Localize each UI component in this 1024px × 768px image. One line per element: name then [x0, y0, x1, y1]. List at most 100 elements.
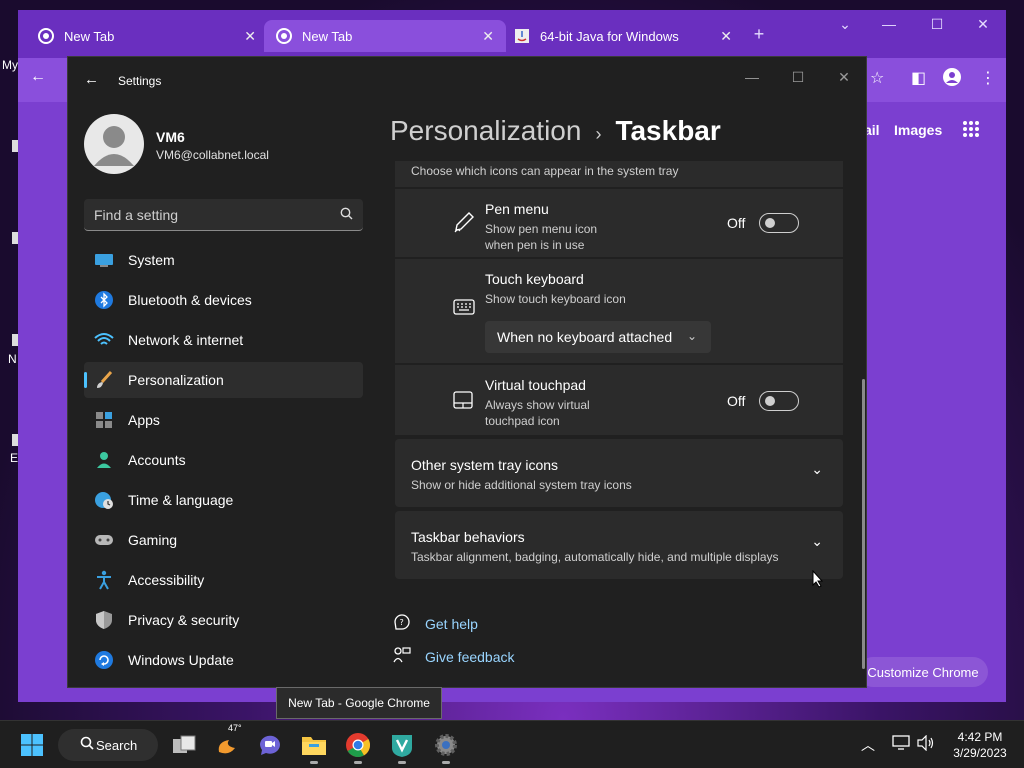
- close-window-button[interactable]: ✕: [834, 69, 854, 86]
- star-icon[interactable]: ☆: [870, 68, 884, 88]
- nav-item-privacy-security[interactable]: Privacy & security: [84, 602, 363, 638]
- close-icon[interactable]: ✕: [244, 28, 256, 45]
- chrome-taskbar-icon[interactable]: [342, 729, 374, 764]
- system-clock[interactable]: 4:42 PM 3/29/2023: [940, 729, 1020, 761]
- close-icon[interactable]: ✕: [720, 28, 732, 45]
- nav-label: System: [128, 252, 175, 268]
- toggle-state-label: Off: [727, 393, 746, 409]
- nav-item-personalization[interactable]: Personalization: [84, 362, 363, 398]
- nav-item-network[interactable]: Network & internet: [84, 322, 363, 358]
- running-indicator: [442, 761, 450, 764]
- pen-menu-toggle[interactable]: [759, 213, 799, 233]
- side-panel-icon[interactable]: ◧: [911, 68, 926, 88]
- search-icon[interactable]: [340, 207, 353, 223]
- refresh-icon: [94, 650, 114, 670]
- clock-date: 3/29/2023: [953, 746, 1007, 760]
- system-tray-icons-card[interactable]: Choose which icons can appear in the sys…: [395, 161, 843, 187]
- toggle-state-label: Off: [727, 215, 746, 231]
- customize-chrome-button[interactable]: Customize Chrome: [858, 657, 988, 687]
- nav-item-bluetooth[interactable]: Bluetooth & devices: [84, 282, 363, 318]
- accessibility-icon: [94, 570, 114, 590]
- maximize-button[interactable]: ☐: [922, 16, 952, 33]
- taskbar-search-button[interactable]: Search: [58, 729, 158, 761]
- chevron-up-icon[interactable]: ︿: [861, 735, 875, 755]
- breadcrumb-parent[interactable]: Personalization: [390, 115, 581, 147]
- nav-item-gaming[interactable]: Gaming: [84, 522, 363, 558]
- chevron-down-icon[interactable]: ⌄: [811, 461, 823, 478]
- new-tab-button[interactable]: +: [744, 24, 774, 45]
- nav-label: Personalization: [128, 372, 224, 388]
- chrome-tabstrip: New Tab ✕ New Tab ✕ 64-bit Java for Wind…: [18, 10, 1006, 58]
- speaker-icon[interactable]: [917, 734, 935, 754]
- task-view-icon[interactable]: [168, 729, 200, 761]
- desktop-icon-label[interactable]: N: [8, 352, 17, 366]
- touch-keyboard-row: Touch keyboard Show touch keyboard icon …: [395, 259, 843, 363]
- profile-icon[interactable]: [943, 68, 961, 91]
- monitor-icon: [94, 250, 114, 270]
- chrome-tab-active[interactable]: New Tab ✕: [264, 20, 506, 52]
- nav-label: Network & internet: [128, 332, 244, 348]
- settings-gear-icon[interactable]: [430, 729, 462, 764]
- taskbar-behaviors-expander[interactable]: Taskbar behaviors Taskbar alignment, bad…: [395, 511, 843, 579]
- back-arrow-icon[interactable]: ←: [84, 71, 99, 88]
- nav-item-accounts[interactable]: Accounts: [84, 442, 363, 478]
- settings-content: Choose which icons can appear in the sys…: [395, 161, 843, 689]
- veeam-icon[interactable]: [386, 729, 418, 764]
- nav-label: Accessibility: [128, 572, 205, 588]
- running-indicator: [398, 761, 406, 764]
- window-title: Settings: [118, 74, 162, 88]
- minimize-button[interactable]: —: [742, 69, 762, 85]
- images-link[interactable]: Images: [894, 122, 942, 138]
- apps-icon: [94, 410, 114, 430]
- chrome-tab[interactable]: New Tab ✕: [26, 20, 268, 52]
- setting-description: Show touch keyboard icon: [485, 292, 626, 306]
- search-input[interactable]: [94, 206, 340, 223]
- virtual-touchpad-row: Virtual touchpad Always show virtual tou…: [395, 365, 843, 435]
- wifi-icon: [94, 330, 114, 350]
- apps-grid-icon[interactable]: [962, 120, 980, 143]
- weather-icon[interactable]: [212, 729, 244, 761]
- setting-title: Taskbar behaviors: [411, 529, 525, 545]
- maximize-button[interactable]: ☐: [788, 69, 808, 86]
- desktop-icon-label[interactable]: E: [10, 451, 18, 465]
- setting-description: when pen is in use: [485, 238, 585, 252]
- link-label: Give feedback: [425, 648, 515, 665]
- tab-title: New Tab: [302, 28, 353, 44]
- desktop-icon-label[interactable]: My: [2, 58, 18, 72]
- touch-keyboard-dropdown[interactable]: When no keyboard attached ⌄: [485, 321, 711, 353]
- breadcrumb-separator: ›: [595, 124, 602, 144]
- profile-email: VM6@collabnet.local: [156, 148, 269, 162]
- file-explorer-icon[interactable]: [298, 729, 330, 764]
- tab-search-chevron-icon[interactable]: ⌄: [830, 16, 860, 33]
- close-window-button[interactable]: ✕: [968, 16, 998, 33]
- mouse-cursor-icon: [812, 569, 824, 593]
- start-button[interactable]: [16, 729, 48, 761]
- virtual-touchpad-toggle[interactable]: [759, 391, 799, 411]
- avatar[interactable]: [84, 114, 144, 174]
- nav-item-apps[interactable]: Apps: [84, 402, 363, 438]
- nav-item-time-language[interactable]: Time & language: [84, 482, 363, 518]
- nav-item-system[interactable]: System: [84, 242, 363, 278]
- back-arrow-icon[interactable]: ←: [30, 68, 46, 86]
- nav-item-accessibility[interactable]: Accessibility: [84, 562, 363, 598]
- network-monitor-icon[interactable]: [892, 735, 910, 754]
- keyboard-icon: [453, 299, 475, 320]
- chevron-down-icon: ⌄: [686, 329, 697, 343]
- setting-description: Taskbar alignment, badging, automaticall…: [411, 550, 779, 564]
- chat-icon[interactable]: [254, 729, 286, 761]
- nav-item-windows-update[interactable]: Windows Update: [84, 642, 363, 678]
- nav-label: Gaming: [128, 532, 178, 548]
- taskbar-search-label: Search: [96, 737, 138, 753]
- java-icon: [514, 28, 530, 44]
- get-help-link[interactable]: ? Get help: [393, 613, 478, 634]
- minimize-button[interactable]: —: [874, 16, 904, 32]
- touchpad-icon: [453, 391, 473, 414]
- close-icon[interactable]: ✕: [482, 28, 494, 45]
- paintbrush-icon: [94, 370, 114, 390]
- scrollbar[interactable]: [862, 379, 865, 669]
- chevron-down-icon[interactable]: ⌄: [811, 533, 823, 550]
- give-feedback-link[interactable]: Give feedback: [393, 646, 515, 667]
- kebab-menu-icon[interactable]: ⋮: [980, 68, 996, 88]
- other-system-tray-icons-expander[interactable]: Other system tray icons Show or hide add…: [395, 439, 843, 507]
- chrome-tab[interactable]: 64-bit Java for Windows ✕: [502, 20, 744, 52]
